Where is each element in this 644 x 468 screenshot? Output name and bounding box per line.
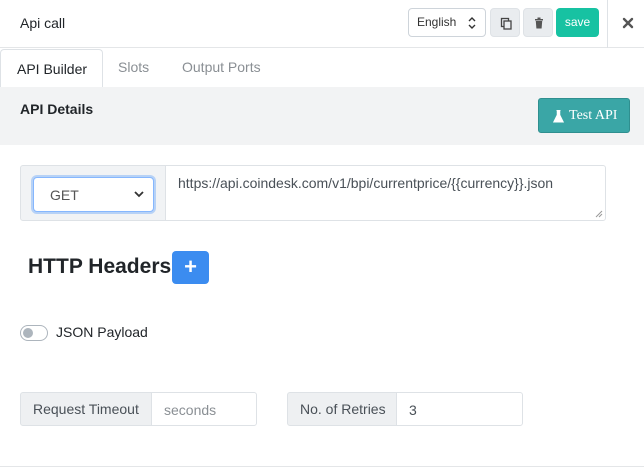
divider: [0, 466, 644, 467]
url-input[interactable]: https://api.coindesk.com/v1/bpi/currentp…: [165, 165, 606, 221]
test-api-button[interactable]: Test API: [538, 98, 630, 133]
chevron-updown-icon: [468, 17, 476, 29]
plus-icon: +: [184, 254, 197, 279]
json-payload-toggle[interactable]: [20, 325, 48, 341]
tab-api-builder[interactable]: API Builder: [0, 49, 103, 87]
divider: [607, 0, 608, 48]
http-headers-title: HTTP Headers: [28, 255, 172, 278]
request-timeout-placeholder: seconds: [164, 402, 217, 418]
language-value: English: [417, 15, 457, 29]
section-title: API Details: [20, 101, 94, 117]
flask-icon: [553, 110, 564, 123]
top-bar: Api call English save: [0, 0, 644, 48]
method-value: GET: [50, 187, 79, 203]
test-api-label: Test API: [569, 108, 618, 123]
tab-bar: API Builder Slots Output Ports: [0, 48, 644, 87]
copy-icon: [500, 17, 512, 30]
retries-value: 3: [409, 402, 417, 418]
request-timeout-input[interactable]: seconds: [151, 392, 257, 426]
api-details-header: API Details Test API: [0, 87, 644, 145]
url-value: https://api.coindesk.com/v1/bpi/currentp…: [178, 175, 554, 191]
request-timeout-label: Request Timeout: [20, 392, 152, 426]
method-group: GET: [20, 165, 166, 221]
tab-output-ports[interactable]: Output Ports: [182, 59, 261, 75]
retries-label: No. of Retries: [287, 392, 397, 426]
chevron-down-icon: [134, 191, 144, 198]
close-button[interactable]: [617, 12, 639, 34]
toggle-knob: [23, 328, 33, 338]
http-method-select[interactable]: GET: [33, 177, 154, 212]
close-icon: [622, 17, 634, 29]
language-select[interactable]: English: [408, 8, 486, 37]
json-payload-label: JSON Payload: [56, 324, 148, 340]
delete-button[interactable]: [523, 8, 553, 37]
resize-handle-icon[interactable]: [595, 210, 603, 218]
tab-slots[interactable]: Slots: [118, 59, 149, 75]
retries-input[interactable]: 3: [396, 392, 523, 426]
node-title: Api call: [20, 15, 66, 31]
save-button[interactable]: save: [556, 8, 599, 37]
copy-button[interactable]: [490, 8, 520, 37]
add-header-button[interactable]: +: [172, 251, 209, 284]
trash-icon: [535, 17, 543, 29]
